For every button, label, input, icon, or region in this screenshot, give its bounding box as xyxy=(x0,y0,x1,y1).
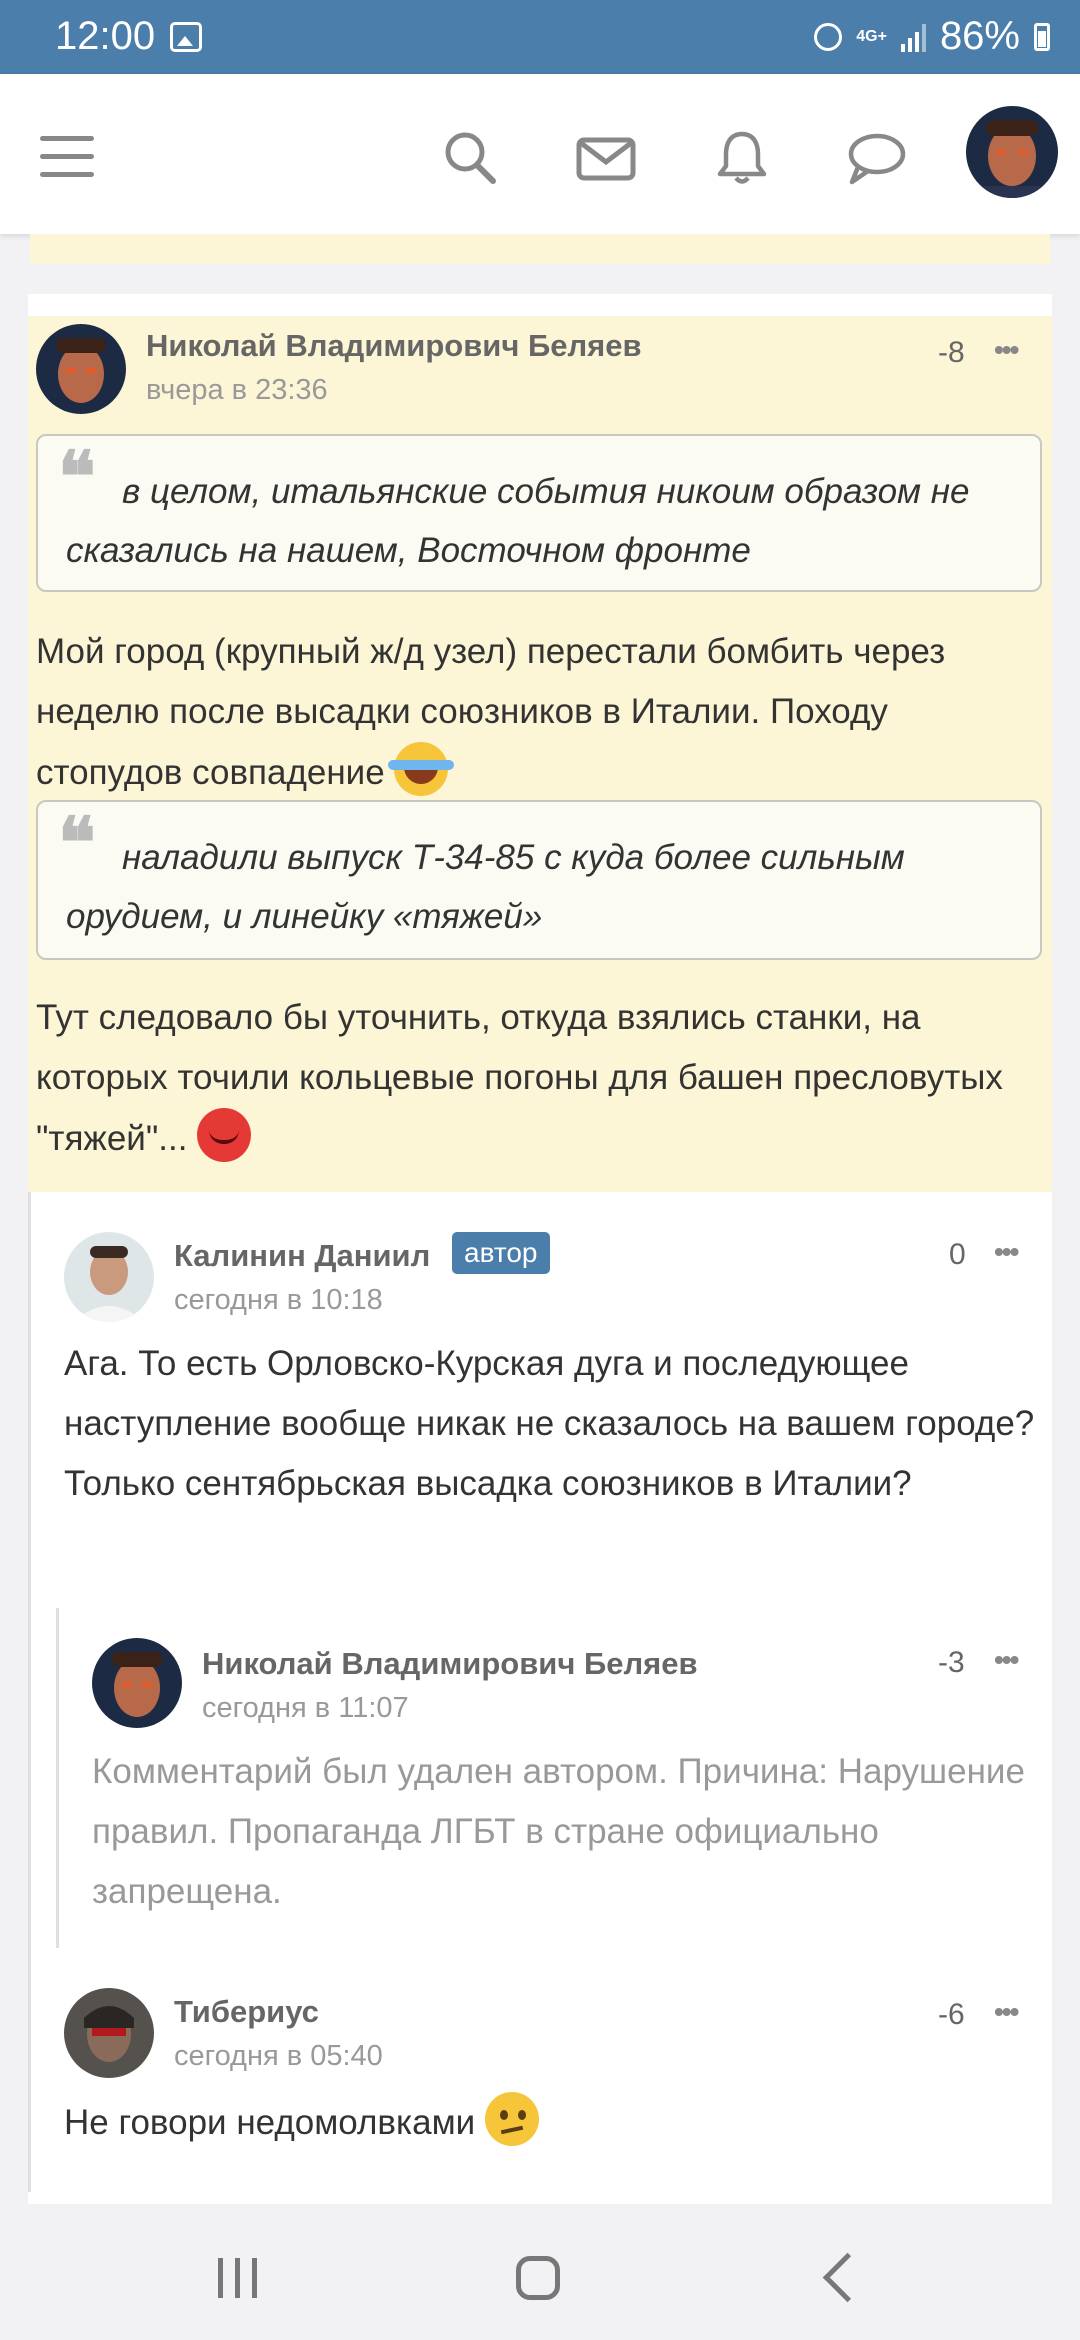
network-indicator: 4G+ xyxy=(856,27,887,45)
devil-emoji-icon xyxy=(197,1108,252,1162)
quote-text: наладили выпуск Т-34-85 с куда более сил… xyxy=(66,838,905,936)
more-options-icon[interactable]: ••• xyxy=(994,1996,1019,2028)
avatar[interactable] xyxy=(92,1638,182,1728)
comment-text: Тут следовало бы уточнить, откуда взялис… xyxy=(36,988,1036,1169)
previous-comment-edge xyxy=(30,234,1050,264)
comment-author[interactable]: Николай Владимирович Беляев xyxy=(202,1646,698,1682)
comment-author[interactable]: Калинин Даниил xyxy=(174,1238,430,1274)
comment-date[interactable]: вчера в 23:36 xyxy=(146,374,328,407)
more-options-icon[interactable]: ••• xyxy=(994,334,1019,366)
signal-icon xyxy=(900,22,926,52)
comment-text: Мой город (крупный ж/д узел) перестали б… xyxy=(36,622,1036,803)
recent-apps-icon[interactable] xyxy=(218,2258,257,2298)
nested-thread-line xyxy=(56,1608,59,1948)
avatar[interactable] xyxy=(64,1232,154,1322)
alarm-icon xyxy=(814,22,843,51)
comment-score: -3 xyxy=(938,1646,965,1679)
comment-author[interactable]: Тибериус xyxy=(174,1994,319,2030)
gallery-icon xyxy=(170,22,202,52)
comment-score: -6 xyxy=(938,1998,965,2031)
system-nav-bar xyxy=(0,2204,1080,2340)
clock: 12:00 xyxy=(55,14,156,58)
more-options-icon[interactable]: ••• xyxy=(994,1236,1019,1268)
user-avatar[interactable] xyxy=(966,106,1058,198)
comment-date[interactable]: сегодня в 05:40 xyxy=(174,2040,383,2073)
laughing-emoji-icon xyxy=(388,742,455,796)
back-icon[interactable] xyxy=(822,2252,873,2303)
quote-block: ❝ в целом, итальянские события никоим об… xyxy=(36,434,1042,592)
avatar[interactable] xyxy=(64,1988,154,2078)
bell-icon[interactable] xyxy=(712,128,772,188)
comments-area: Николай Владимирович Беляев вчера в 23:3… xyxy=(0,234,1080,2204)
comment-text-part: Мой город (крупный ж/д узел) перестали б… xyxy=(36,632,946,792)
chat-icon[interactable] xyxy=(846,128,906,188)
thread-line xyxy=(28,1192,31,2192)
search-icon[interactable] xyxy=(440,128,500,188)
more-options-icon[interactable]: ••• xyxy=(994,1644,1019,1676)
comment-text-part: Не говори недомолвками xyxy=(64,2103,476,2142)
avatar[interactable] xyxy=(36,324,126,414)
comment-highlighted: Николай Владимирович Беляев вчера в 23:3… xyxy=(28,316,1052,1192)
status-bar: 12:00 4G+ 86% xyxy=(0,0,1080,74)
mail-icon[interactable] xyxy=(576,128,636,188)
comment-author[interactable]: Николай Владимирович Беляев xyxy=(146,328,642,364)
quote-block: ❝ наладили выпуск Т-34-85 с куда более с… xyxy=(36,800,1042,960)
comment-date[interactable]: сегодня в 10:18 xyxy=(174,1284,383,1317)
battery-percent: 86% xyxy=(939,14,1020,58)
comment-text-part: Тут следовало бы уточнить, откуда взялис… xyxy=(36,998,1003,1158)
comment-text: Ага. То есть Орловско-Курская дуга и пос… xyxy=(64,1344,1035,1503)
comment-score: -8 xyxy=(938,336,965,369)
comment-score: 0 xyxy=(949,1238,966,1271)
quote-text: в целом, итальянские события никоим обра… xyxy=(66,472,970,570)
top-bar xyxy=(0,74,1080,234)
home-icon[interactable] xyxy=(516,2256,560,2300)
comment-date[interactable]: сегодня в 11:07 xyxy=(202,1692,409,1725)
deleted-comment-text: Комментарий был удален автором. Причина:… xyxy=(92,1752,1025,1911)
confused-emoji-icon xyxy=(484,2092,539,2146)
comment-text: Не говори недомолвками xyxy=(64,2092,1044,2153)
author-badge: автор xyxy=(452,1232,550,1274)
battery-icon xyxy=(1034,22,1050,51)
menu-icon[interactable] xyxy=(40,136,100,196)
